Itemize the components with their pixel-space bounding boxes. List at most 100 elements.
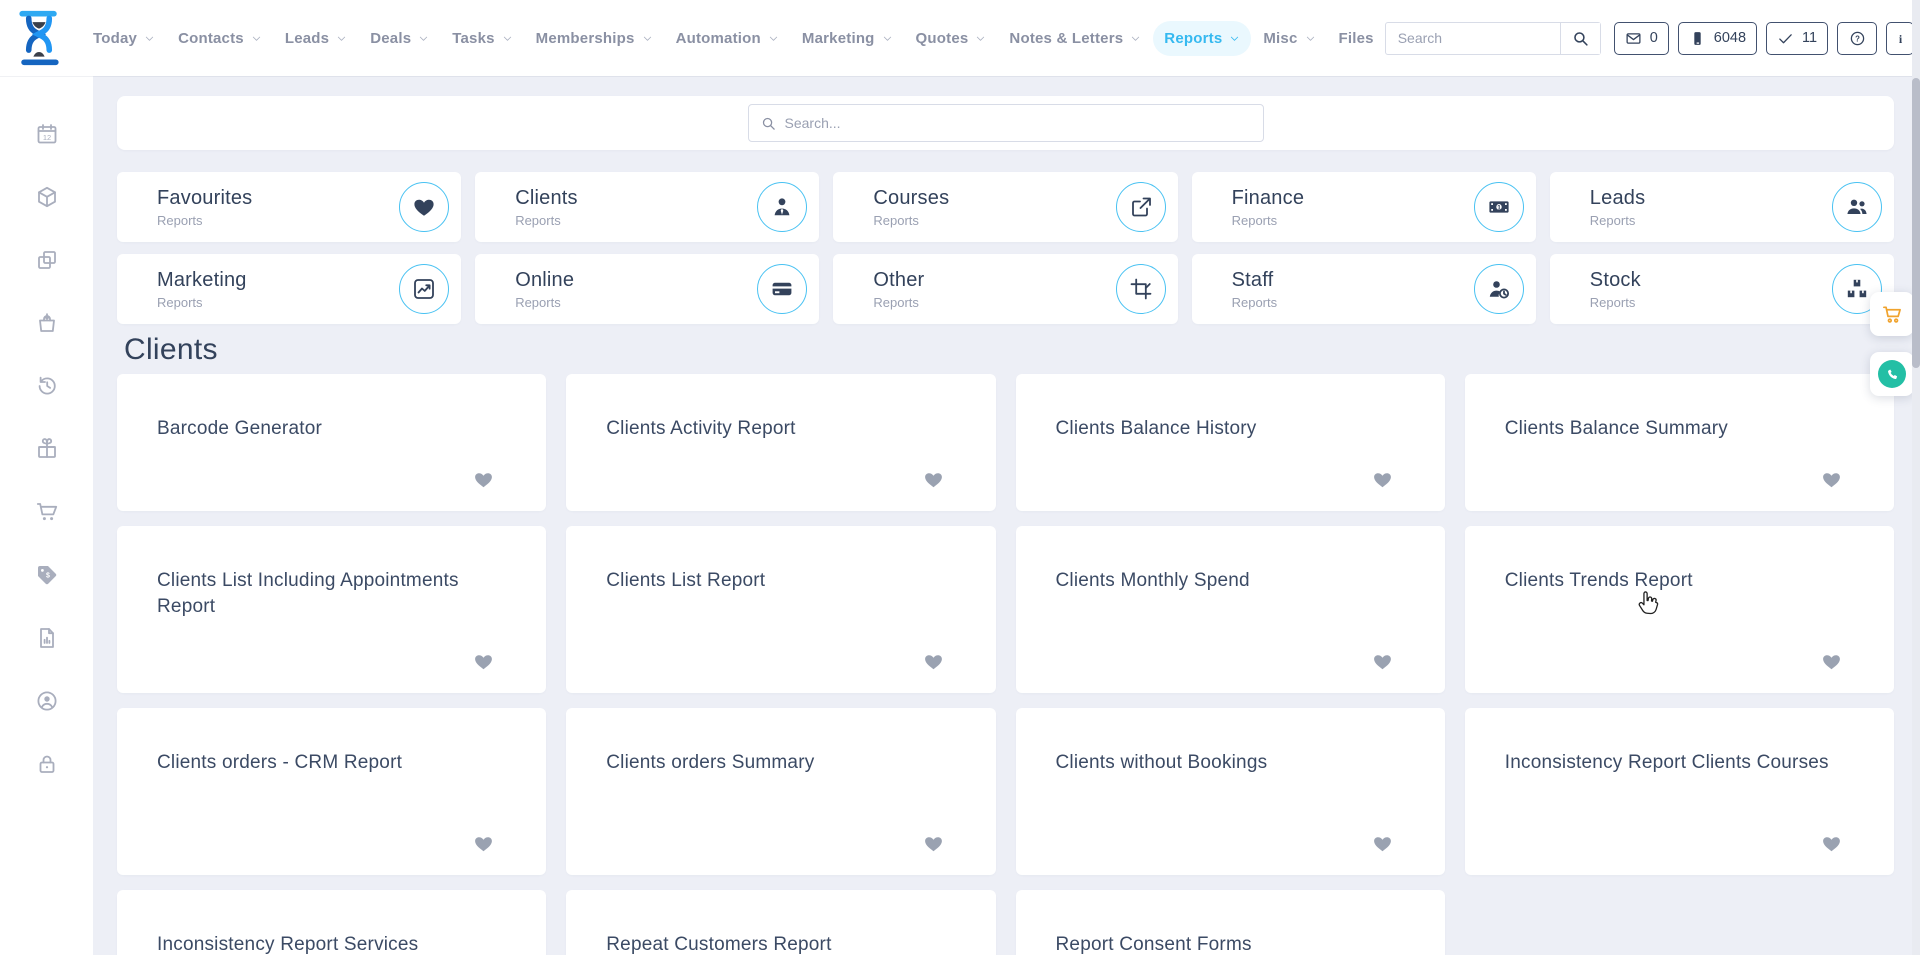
chart-line-icon <box>412 277 436 301</box>
category-tile-finance[interactable]: Finance Reports 1 <box>1192 172 1536 242</box>
category-tile-online[interactable]: Online Reports <box>475 254 819 324</box>
tile-text: Staff Reports <box>1232 269 1278 310</box>
favourite-heart-icon[interactable] <box>1372 469 1393 495</box>
favourite-heart-icon[interactable] <box>1372 833 1393 859</box>
report-card-clients-orders-summary[interactable]: Clients orders Summary <box>566 708 995 875</box>
sidebar-item-orders[interactable] <box>35 311 59 340</box>
svg-text:1: 1 <box>1497 204 1501 211</box>
report-card-clients-without-bookings[interactable]: Clients without Bookings <box>1016 708 1445 875</box>
heart-icon <box>412 195 436 219</box>
tile-text: Clients Reports <box>515 187 578 228</box>
report-card-clients-orders-crm-report[interactable]: Clients orders - CRM Report <box>117 708 546 875</box>
report-card-clients-list-including-appointments-report[interactable]: Clients List Including Appointments Repo… <box>117 526 546 693</box>
chevron-down-icon <box>336 33 347 44</box>
report-card-clients-trends-report[interactable]: Clients Trends Report <box>1465 526 1894 693</box>
boxes-icon <box>1845 277 1869 301</box>
chevron-down-icon <box>502 33 513 44</box>
nav-item-today[interactable]: Today <box>82 21 166 56</box>
category-tile-staff[interactable]: Staff Reports <box>1192 254 1536 324</box>
report-card-repeat-customers-report[interactable]: Repeat Customers Report <box>566 890 995 955</box>
check-badge-button[interactable]: 11 <box>1766 22 1828 55</box>
category-tile-other[interactable]: Other Reports <box>833 254 1177 324</box>
scrollbar-thumb[interactable] <box>1912 78 1920 368</box>
report-card-inconsistency-report-clients-courses[interactable]: Inconsistency Report Clients Courses <box>1465 708 1894 875</box>
favourite-heart-icon[interactable] <box>473 469 494 495</box>
sidebar-item-history[interactable] <box>35 374 59 403</box>
report-card-clients-balance-summary[interactable]: Clients Balance Summary <box>1465 374 1894 511</box>
category-tile-clients[interactable]: Clients Reports <box>475 172 819 242</box>
chevron-down-icon <box>144 33 155 44</box>
favourite-heart-icon[interactable] <box>1821 833 1842 859</box>
mobile-badge-button[interactable]: 6048 <box>1678 22 1757 55</box>
header-search-button[interactable] <box>1560 23 1600 54</box>
whatsapp-icon <box>1878 360 1906 388</box>
tile-text: Courses Reports <box>873 187 949 228</box>
category-tile-courses[interactable]: Courses Reports <box>833 172 1177 242</box>
category-tile-stock[interactable]: Stock Reports <box>1550 254 1894 324</box>
report-card-clients-activity-report[interactable]: Clients Activity Report <box>566 374 995 511</box>
tile-icon-circle: 1 <box>1474 182 1524 232</box>
envelope-icon <box>1625 30 1642 47</box>
report-card-clients-list-report[interactable]: Clients List Report <box>566 526 995 693</box>
category-tile-favourites[interactable]: Favourites Reports <box>117 172 461 242</box>
nav-item-notes-letters[interactable]: Notes & Letters <box>998 21 1152 56</box>
tile-text: Online Reports <box>515 269 574 310</box>
sidebar-item-basket[interactable] <box>35 500 59 529</box>
sidebar-item-account[interactable] <box>35 689 59 718</box>
nav-item-reports[interactable]: Reports <box>1153 21 1251 56</box>
floating-whatsapp-button[interactable] <box>1870 352 1914 396</box>
app-logo[interactable] <box>16 7 62 69</box>
chevron-down-icon <box>1229 33 1240 44</box>
info-button[interactable]: i <box>1886 22 1914 55</box>
report-card-barcode-generator[interactable]: Barcode Generator <box>117 374 546 511</box>
scrollbar[interactable] <box>1912 0 1920 955</box>
report-card-report-consent-forms[interactable]: Report Consent Forms <box>1016 890 1445 955</box>
favourite-heart-icon[interactable] <box>923 833 944 859</box>
chevron-down-icon <box>882 33 893 44</box>
nav-item-memberships[interactable]: Memberships <box>525 21 664 56</box>
favourite-heart-icon[interactable] <box>923 469 944 495</box>
report-card-inconsistency-report-services[interactable]: Inconsistency Report Services <box>117 890 546 955</box>
nav-item-quotes[interactable]: Quotes <box>905 21 998 56</box>
category-tile-leads[interactable]: Leads Reports <box>1550 172 1894 242</box>
favourite-heart-icon[interactable] <box>473 651 494 677</box>
nav-item-leads[interactable]: Leads <box>274 21 358 56</box>
sidebar-item-products[interactable] <box>35 185 59 214</box>
favourite-heart-icon[interactable] <box>1821 469 1842 495</box>
floating-buttons <box>1870 292 1914 396</box>
nav-item-automation[interactable]: Automation <box>665 21 790 56</box>
report-card-clients-monthly-spend[interactable]: Clients Monthly Spend <box>1016 526 1445 693</box>
nav-item-files[interactable]: Files <box>1328 21 1385 56</box>
bag-in-icon <box>35 311 59 335</box>
category-tile-marketing[interactable]: Marketing Reports <box>117 254 461 324</box>
sidebar-item-pages[interactable] <box>35 248 59 277</box>
chevron-down-icon <box>251 33 262 44</box>
favourite-heart-icon[interactable] <box>473 833 494 859</box>
help-button[interactable]: ? <box>1837 22 1877 55</box>
report-cards: Barcode Generator Clients Activity Repor… <box>117 374 1894 955</box>
floating-basket-button[interactable] <box>1870 292 1914 336</box>
report-card-clients-balance-history[interactable]: Clients Balance History <box>1016 374 1445 511</box>
sidebar-item-reports[interactable] <box>35 626 59 655</box>
header-search-input[interactable] <box>1386 30 1560 46</box>
sidebar-item-security[interactable] <box>35 752 59 781</box>
nav-item-deals[interactable]: Deals <box>359 21 440 56</box>
favourite-heart-icon[interactable] <box>1372 651 1393 677</box>
envelope-badge-button[interactable]: 0 <box>1614 22 1669 55</box>
favourite-heart-icon[interactable] <box>1821 651 1842 677</box>
chevron-down-icon <box>1305 33 1316 44</box>
nav-item-tasks[interactable]: Tasks <box>441 21 523 56</box>
tile-icon-circle <box>1474 264 1524 314</box>
search-icon <box>761 116 776 131</box>
sidebar-item-gifts[interactable] <box>35 437 59 466</box>
sidebar-item-pricing[interactable]: $ <box>35 563 59 592</box>
tile-icon-circle <box>1116 182 1166 232</box>
nav-item-contacts[interactable]: Contacts <box>167 21 273 56</box>
svg-text:?: ? <box>1855 34 1860 43</box>
nav-item-marketing[interactable]: Marketing <box>791 21 904 56</box>
reports-search-input[interactable] <box>785 115 1251 131</box>
favourite-heart-icon[interactable] <box>923 651 944 677</box>
nav-item-misc[interactable]: Misc <box>1252 21 1326 56</box>
sidebar-item-calendar[interactable]: 12 <box>35 122 59 151</box>
header-badges: 0 6048 11 <box>1614 22 1828 55</box>
